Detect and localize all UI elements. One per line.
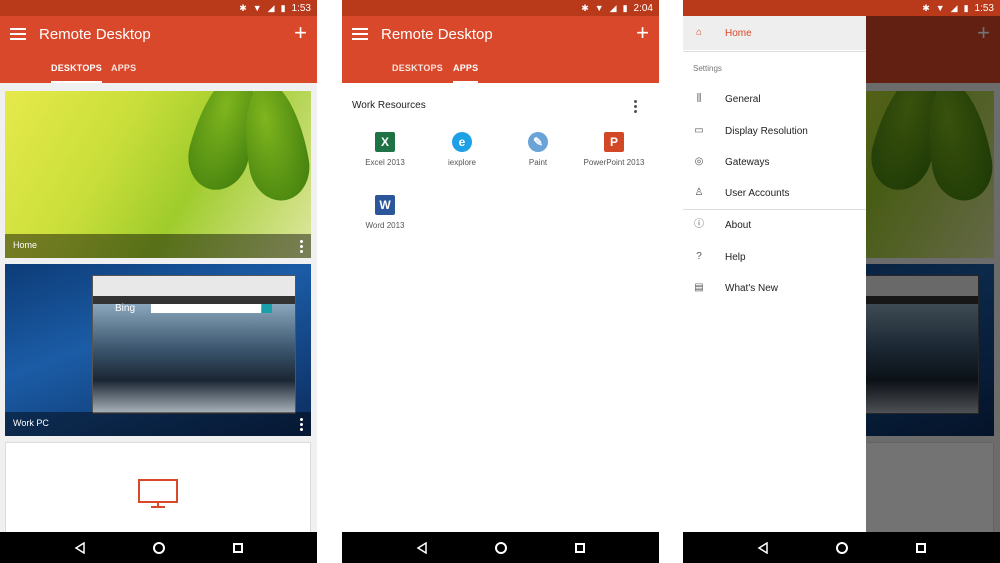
app-word[interactable]: W Word 2013: [350, 195, 420, 230]
wifi-icon: ▼: [935, 2, 945, 13]
system-nav-bar: [342, 532, 659, 563]
back-icon[interactable]: [757, 541, 769, 554]
home-icon: ⌂: [695, 27, 703, 38]
clock: 1:53: [974, 2, 994, 14]
wifi-icon: ▼: [252, 2, 262, 13]
tab-desktops[interactable]: DESKTOPS: [392, 61, 443, 83]
screen-apps: ✱ ▼ ◢ ▮ 2:04 Remote Desktop + DESKTOPS A…: [342, 0, 659, 563]
recents-icon[interactable]: [233, 542, 244, 553]
app-excel[interactable]: X Excel 2013: [350, 132, 420, 167]
clock: 2:04: [633, 2, 653, 14]
recents-icon[interactable]: [575, 542, 586, 553]
drawer-item-help[interactable]: ? Help: [683, 247, 866, 267]
bing-logo: Bing: [115, 303, 136, 314]
news-icon: ▤: [694, 282, 704, 293]
app-bar: Remote Desktop + DESKTOPS APPS: [0, 16, 317, 83]
status-bar: ✱ ▼ ◢ ▮ 1:53: [0, 0, 317, 16]
person-icon: ♙: [694, 187, 704, 198]
desktop-card-work-pc[interactable]: Bing Work PC: [5, 264, 311, 436]
more-options-icon[interactable]: [300, 418, 303, 431]
app-title: Remote Desktop: [381, 26, 493, 43]
more-options-icon[interactable]: [300, 240, 303, 253]
home-icon[interactable]: [836, 541, 849, 554]
app-title: Remote Desktop: [39, 26, 151, 43]
menu-icon[interactable]: [352, 28, 368, 42]
app-powerpoint[interactable]: P PowerPoint 2013: [579, 132, 649, 167]
more-options-icon[interactable]: [634, 100, 637, 113]
desktop-name: Home: [13, 240, 38, 250]
menu-icon[interactable]: [10, 28, 26, 42]
monitor-icon: ▭: [694, 125, 704, 136]
clock: 1:53: [291, 2, 311, 14]
gateway-icon: ◎: [694, 156, 704, 167]
info-icon: ⓘ: [694, 219, 704, 230]
drawer-item-home[interactable]: ⌂ Home: [683, 16, 866, 50]
desktop-name: Work PC: [13, 418, 49, 428]
add-icon[interactable]: +: [636, 20, 649, 46]
bluetooth-icon: ✱: [922, 2, 930, 13]
back-icon[interactable]: [74, 541, 86, 554]
recents-icon[interactable]: [916, 542, 927, 553]
screen-navigation-drawer: ✱ ▼ ◢ ▮ 1:53 + ⌂ Home Settings ⫼ General…: [683, 0, 1000, 563]
monitor-icon: [138, 479, 178, 508]
drawer-item-user-accounts[interactable]: ♙ User Accounts: [683, 183, 866, 203]
desktop-card-home[interactable]: Home: [5, 91, 311, 258]
tab-desktops[interactable]: DESKTOPS: [51, 61, 102, 83]
tab-apps[interactable]: APPS: [111, 61, 136, 83]
bluetooth-icon: ✱: [239, 2, 247, 13]
signal-icon: ◢: [609, 2, 617, 13]
status-bar: ✱ ▼ ◢ ▮ 1:53: [683, 0, 1000, 16]
screen-desktops: ✱ ▼ ◢ ▮ 1:53 Remote Desktop + DESKTOPS A…: [0, 0, 317, 563]
navigation-drawer: ⌂ Home Settings ⫼ General ▭ Display Reso…: [683, 16, 866, 532]
battery-icon: ▮: [280, 2, 286, 13]
system-nav-bar: [0, 532, 317, 563]
bluetooth-icon: ✱: [581, 2, 589, 13]
status-bar: ✱ ▼ ◢ ▮ 2:04: [342, 0, 659, 16]
browser-window-thumbnail: Bing: [92, 275, 296, 414]
app-bar: Remote Desktop + DESKTOPS APPS: [342, 16, 659, 83]
drawer-item-about[interactable]: ⓘ About: [683, 215, 866, 235]
signal-icon: ◢: [950, 2, 958, 13]
settings-header: Settings: [693, 64, 722, 73]
drawer-item-general[interactable]: ⫼ General: [683, 89, 866, 109]
powerpoint-icon: P: [604, 132, 624, 152]
add-desktop-placeholder[interactable]: [5, 442, 311, 542]
paint-icon: ✎: [528, 132, 548, 152]
back-icon[interactable]: [416, 541, 428, 554]
app-paint[interactable]: ✎ Paint: [503, 132, 573, 167]
drawer-item-gateways[interactable]: ◎ Gateways: [683, 152, 866, 172]
excel-icon: X: [375, 132, 395, 152]
drawer-item-display-resolution[interactable]: ▭ Display Resolution: [683, 121, 866, 141]
word-icon: W: [375, 195, 395, 215]
battery-icon: ▮: [622, 2, 628, 13]
sliders-icon: ⫼: [696, 93, 702, 104]
system-nav-bar: [683, 532, 1000, 563]
section-title: Work Resources: [352, 100, 426, 111]
question-icon: ?: [696, 251, 702, 262]
add-icon[interactable]: +: [294, 20, 307, 46]
drawer-item-whats-new[interactable]: ▤ What's New: [683, 278, 866, 298]
signal-icon: ◢: [267, 2, 275, 13]
internet-explorer-icon: e: [452, 132, 472, 152]
wifi-icon: ▼: [594, 2, 604, 13]
app-iexplore[interactable]: e iexplore: [427, 132, 497, 167]
battery-icon: ▮: [963, 2, 969, 13]
home-icon[interactable]: [153, 541, 166, 554]
tab-apps[interactable]: APPS: [453, 61, 479, 83]
home-icon[interactable]: [495, 541, 508, 554]
